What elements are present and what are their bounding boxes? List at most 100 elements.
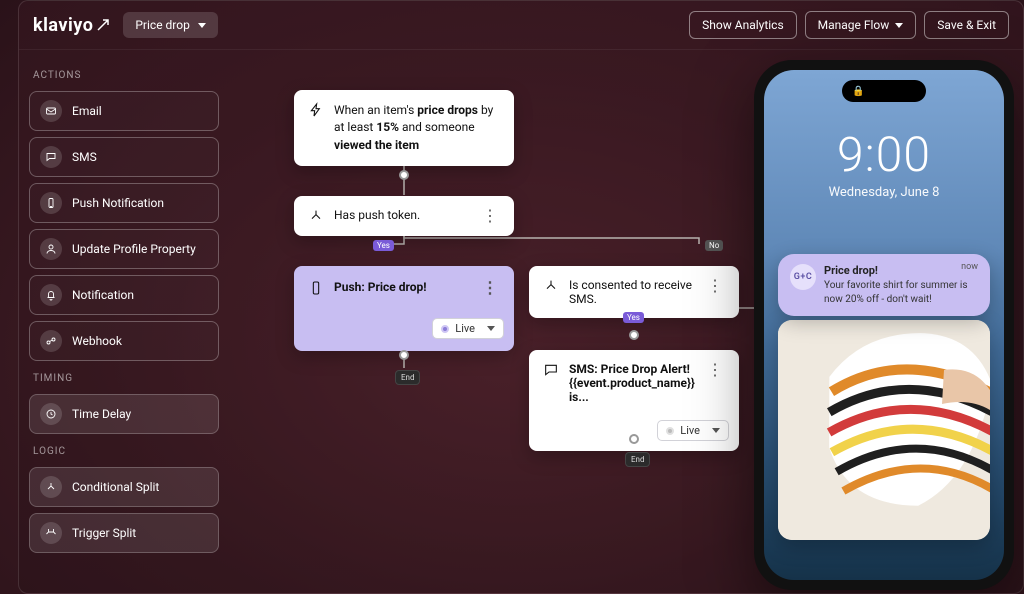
node-title: Push: Price drop! [334, 280, 426, 294]
t: price drops [417, 103, 478, 117]
status-dot-icon [441, 325, 449, 333]
bolt-icon [308, 102, 324, 118]
branch-yes-tag: Yes [373, 240, 394, 251]
topbar: klaviyo Price drop Show Analytics Manage… [19, 1, 1023, 50]
phone-notch: 🔒 [842, 80, 926, 102]
node-trigger-text: When an item's price drops by at least 1… [334, 102, 500, 154]
node-subtext: {{event.product_name}} is... [569, 376, 695, 404]
brand-mark-icon [97, 19, 109, 31]
node-title: SMS: Price Drop Alert! [569, 362, 695, 376]
section-label-actions: ACTIONS [33, 70, 215, 81]
branch-no-tag: No [705, 240, 723, 251]
palette-label: Webhook [72, 334, 122, 348]
kebab-menu-icon[interactable]: ⋮ [480, 208, 500, 224]
phone-clock: 9:00 [764, 126, 1004, 183]
branch-yes-tag: Yes [623, 312, 644, 323]
kebab-menu-icon[interactable]: ⋮ [705, 278, 725, 294]
phone-icon [40, 192, 62, 214]
sidebar: ACTIONS Email SMS Push Notification Upda… [19, 50, 229, 594]
palette-conditional-split[interactable]: Conditional Split [29, 467, 219, 507]
show-analytics-button[interactable]: Show Analytics [689, 11, 796, 39]
t: When an item's [334, 103, 417, 117]
connector-joint[interactable] [629, 330, 639, 340]
chevron-down-icon [895, 23, 903, 28]
connector-joint[interactable] [629, 434, 639, 444]
chevron-down-icon [712, 428, 720, 433]
status-select[interactable]: Live [657, 420, 729, 441]
branch-end-tag: End [625, 452, 650, 467]
status-select[interactable]: Live [432, 318, 504, 339]
push-notification-preview: now G+C Price drop! Your favorite shirt … [778, 254, 990, 316]
palette-label: Conditional Split [72, 480, 159, 494]
status-dot-icon [666, 427, 674, 435]
t: and someone [399, 120, 475, 134]
notif-time: now [961, 262, 978, 272]
kebab-menu-icon[interactable]: ⋮ [705, 362, 725, 378]
node-conditional-push[interactable]: Has push token. ⋮ [294, 196, 514, 236]
palette-label: Push Notification [72, 196, 164, 210]
node-trigger[interactable]: When an item's price drops by at least 1… [294, 90, 514, 166]
split-icon [543, 278, 559, 294]
palette-label: Email [72, 104, 102, 118]
brand-logo: klaviyo [33, 15, 109, 36]
save-exit-button[interactable]: Save & Exit [924, 11, 1009, 39]
flow-picker[interactable]: Price drop [123, 12, 217, 38]
palette-trigger-split[interactable]: Trigger Split [29, 513, 219, 553]
chevron-down-icon [198, 23, 206, 28]
node-text: Is consented to receive SMS. [569, 278, 695, 306]
phone-preview: 🔒 9:00 Wednesday, June 8 now G+C Price d… [754, 60, 1014, 590]
user-icon [40, 238, 62, 260]
notif-title: Price drop! [824, 264, 978, 277]
link-icon [40, 330, 62, 352]
palette-time-delay[interactable]: Time Delay [29, 394, 219, 434]
chat-icon [543, 362, 559, 378]
chevron-down-icon [487, 326, 495, 331]
phone-screen: 🔒 9:00 Wednesday, June 8 now G+C Price d… [764, 70, 1004, 580]
bell-icon [40, 284, 62, 306]
branch-end-tag: End [395, 370, 420, 385]
split-icon [40, 476, 62, 498]
t: 15% [376, 120, 399, 134]
node-conditional-sms[interactable]: Is consented to receive SMS. ⋮ [529, 266, 739, 318]
brand-text: klaviyo [33, 15, 93, 36]
node-push[interactable]: Push: Price drop! ⋮ Live [294, 266, 514, 351]
topbar-right: Show Analytics Manage Flow Save & Exit [689, 11, 1009, 39]
palette-notification[interactable]: Notification [29, 275, 219, 315]
palette-label: Notification [72, 288, 134, 302]
chat-icon [40, 146, 62, 168]
palette-sms[interactable]: SMS [29, 137, 219, 177]
phone-icon [308, 280, 324, 296]
kebab-menu-icon[interactable]: ⋮ [480, 280, 500, 296]
trigger-split-icon [40, 522, 62, 544]
phone-date: Wednesday, June 8 [764, 185, 1004, 200]
save-exit-label: Save & Exit [937, 18, 996, 32]
lock-icon: 🔒 [852, 86, 864, 97]
split-icon [308, 208, 324, 224]
palette-label: SMS [72, 150, 97, 164]
palette-update-profile[interactable]: Update Profile Property [29, 229, 219, 269]
palette-label: Trigger Split [72, 526, 136, 540]
section-label-timing: TIMING [33, 373, 215, 384]
status-label: Live [680, 424, 700, 437]
palette-webhook[interactable]: Webhook [29, 321, 219, 361]
status-label: Live [455, 322, 475, 335]
connector-joint[interactable] [399, 350, 409, 360]
palette-email[interactable]: Email [29, 91, 219, 131]
mail-icon [40, 100, 62, 122]
notif-app-icon: G+C [790, 264, 816, 290]
manage-flow-label: Manage Flow [818, 18, 890, 32]
connector-joint[interactable] [399, 170, 409, 180]
t: viewed the item [334, 138, 419, 152]
notif-body: Your favorite shirt for summer is now 20… [824, 279, 978, 306]
topbar-left: klaviyo Price drop [33, 12, 218, 38]
flow-picker-label: Price drop [135, 18, 189, 32]
palette-label: Update Profile Property [72, 242, 196, 256]
palette-push[interactable]: Push Notification [29, 183, 219, 223]
manage-flow-button[interactable]: Manage Flow [805, 11, 917, 39]
product-image [778, 320, 990, 540]
palette-label: Time Delay [72, 407, 131, 421]
show-analytics-label: Show Analytics [702, 18, 783, 32]
clock-icon [40, 403, 62, 425]
node-text: Has push token. [334, 208, 420, 222]
section-label-logic: LOGIC [33, 446, 215, 457]
